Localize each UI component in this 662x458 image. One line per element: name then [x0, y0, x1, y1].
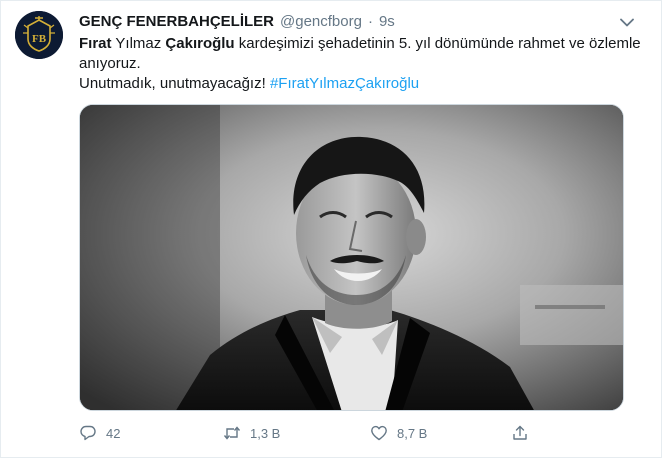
tweet-photo[interactable] — [79, 104, 624, 411]
last-name: Çakıroğlu — [165, 35, 235, 52]
retweet-icon — [223, 424, 241, 442]
tweet-text: Fırat Yılmaz Çakıroğlu kardeşimizi şehad… — [79, 34, 644, 94]
tweet-text-line-1: Fırat Yılmaz Çakıroğlu kardeşimizi şehad… — [79, 34, 644, 74]
first-name: Fırat — [79, 35, 112, 52]
share-button[interactable] — [511, 424, 529, 442]
tweet-text-line-2: Unutmadık, unutmayacağız! #FıratYılmazÇa… — [79, 74, 644, 94]
hashtag-link[interactable]: #FıratYılmazÇakıroğlu — [270, 75, 419, 92]
reply-count: 42 — [106, 425, 121, 441]
club-crest-icon: FB — [15, 11, 63, 59]
separator-dot: · — [367, 12, 373, 30]
tweet-header: GENÇ FENERBAHÇELİLER @gencfborg · 9s — [79, 11, 395, 31]
middle-name: Yılmaz — [111, 35, 166, 52]
author-handle[interactable]: @gencfborg — [280, 13, 362, 30]
tweet-actions: 42 1,3 B 8,7 B — [79, 421, 549, 445]
reply-button[interactable]: 42 — [79, 424, 120, 442]
like-icon — [370, 424, 388, 442]
like-count: 8,7 B — [397, 425, 428, 441]
like-button[interactable]: 8,7 B — [370, 424, 427, 442]
avatar[interactable]: FB — [15, 11, 63, 59]
tweet-timestamp[interactable]: 9s — [379, 13, 395, 30]
share-icon — [511, 424, 529, 442]
reply-icon — [79, 424, 97, 442]
retweet-button[interactable]: 1,3 B — [223, 424, 280, 442]
tweet-text-closing: Unutmadık, unutmayacağız! — [79, 75, 270, 92]
svg-text:FB: FB — [32, 33, 47, 45]
more-options-button[interactable] — [617, 15, 637, 29]
author-name[interactable]: GENÇ FENERBAHÇELİLER — [79, 13, 274, 30]
chevron-down-icon — [620, 18, 634, 26]
tweet-card[interactable]: FB GENÇ FENERBAHÇELİLER @gencfborg · 9s … — [0, 0, 662, 458]
retweet-count: 1,3 B — [250, 425, 281, 441]
portrait-photo — [80, 105, 623, 410]
